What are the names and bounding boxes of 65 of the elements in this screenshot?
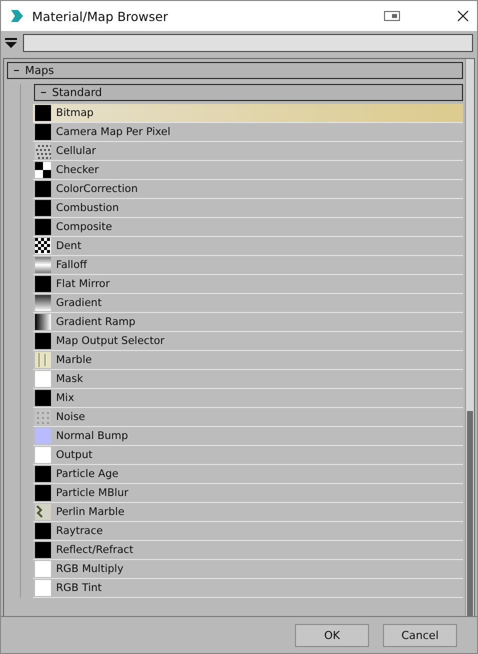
map-list-item[interactable]: Camera Map Per Pixel [33, 123, 463, 142]
map-list-item[interactable]: Raytrace [33, 522, 463, 541]
map-swatch-icon [35, 504, 51, 520]
map-list-item[interactable]: Reflect/Refract [33, 541, 463, 560]
search-field[interactable] [23, 34, 473, 52]
map-list-item[interactable]: Bitmap [33, 104, 463, 123]
map-list-item[interactable]: Perlin Marble [33, 503, 463, 522]
app-logo-icon [9, 8, 25, 24]
collapse-icon[interactable] [41, 90, 46, 95]
map-list-item[interactable]: Output [33, 446, 463, 465]
map-list-item[interactable]: Mask [33, 370, 463, 389]
map-swatch-icon [35, 485, 51, 501]
map-list-item[interactable]: Combustion [33, 199, 463, 218]
map-list-item[interactable]: Gradient Ramp [33, 313, 463, 332]
window-mode-icon[interactable] [384, 11, 400, 21]
map-swatch-icon [35, 181, 51, 197]
map-swatch-icon [35, 105, 51, 121]
map-list-item[interactable]: Noise [33, 408, 463, 427]
map-list-item[interactable]: Cellular [33, 142, 463, 161]
map-list-item[interactable]: Dent [33, 237, 463, 256]
map-swatch-icon [35, 542, 51, 558]
map-list-item[interactable]: RGB Multiply [33, 560, 463, 579]
scrollbar-thumb-icon[interactable] [466, 411, 474, 616]
dialog-button[interactable]: Cancel [383, 624, 457, 646]
map-list-item[interactable]: Particle MBlur [33, 484, 463, 503]
map-list-item[interactable]: RGB Tint [33, 579, 463, 598]
map-swatch-icon [35, 428, 51, 444]
map-list-item[interactable]: Normal Bump [33, 427, 463, 446]
map-list-item[interactable]: ColorCorrection [33, 180, 463, 199]
map-swatch-icon [35, 257, 51, 273]
map-swatch-icon [35, 409, 51, 425]
dialog-button[interactable]: OK [295, 624, 369, 646]
filter-menu-icon[interactable] [5, 38, 17, 48]
map-swatch-icon [35, 219, 51, 235]
map-swatch-icon [35, 523, 51, 539]
map-list-item[interactable]: Composite [33, 218, 463, 237]
window-title: Material/Map Browser [32, 8, 169, 24]
map-swatch-icon [35, 333, 51, 349]
map-swatch-icon [35, 352, 51, 368]
map-list-item[interactable]: Map Output Selector [33, 332, 463, 351]
map-list-item[interactable]: Particle Age [33, 465, 463, 484]
map-swatch-icon [35, 447, 51, 463]
map-swatch-icon [35, 124, 51, 140]
map-list-item[interactable]: Marble [33, 351, 463, 370]
map-swatch-icon [35, 314, 51, 330]
map-swatch-icon [35, 466, 51, 482]
map-swatch-icon [35, 276, 51, 292]
map-list-item[interactable]: Flat Mirror [33, 275, 463, 294]
map-swatch-icon [35, 371, 51, 387]
map-swatch-icon [35, 295, 51, 311]
map-swatch-icon [35, 561, 51, 577]
group-header[interactable]: Maps [7, 62, 463, 79]
collapse-icon[interactable] [14, 68, 19, 73]
map-list-item[interactable]: Checker [33, 161, 463, 180]
map-swatch-icon [35, 162, 51, 178]
map-swatch-icon [35, 200, 51, 216]
map-list-item[interactable]: Falloff [33, 256, 463, 275]
close-icon[interactable] [457, 10, 469, 22]
map-swatch-icon [35, 390, 51, 406]
map-swatch-icon [35, 580, 51, 596]
map-swatch-icon [35, 143, 51, 159]
map-list-item[interactable]: Mix [33, 389, 463, 408]
map-swatch-icon [35, 238, 51, 254]
group-header[interactable]: Standard [34, 84, 463, 101]
map-list-item[interactable]: Gradient [33, 294, 463, 313]
